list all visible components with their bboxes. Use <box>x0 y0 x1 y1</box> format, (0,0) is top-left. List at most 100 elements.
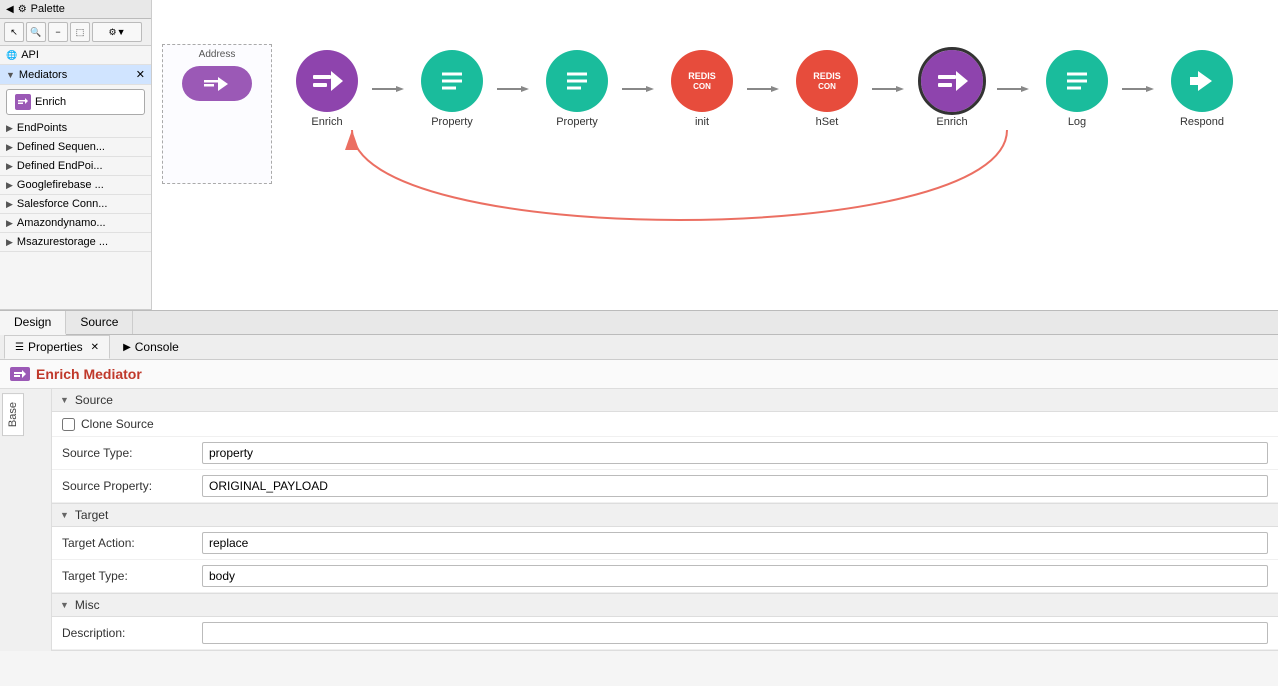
ad-label: Amazondynamo... <box>17 217 106 229</box>
palette-items: 🌐 API ▼ Mediators ✕ Enrich ▶ EndPoints ▶ <box>0 46 151 303</box>
node-label-property1: Property <box>431 116 473 128</box>
palette-category-salesforce[interactable]: ▶ Salesforce Conn... <box>0 195 151 214</box>
target-action-input[interactable] <box>202 532 1268 554</box>
node-label-redis-hset: hSet <box>816 116 839 128</box>
node-circle-property2[interactable] <box>546 50 608 112</box>
target-type-label: Target Type: <box>62 569 202 583</box>
zoom-in-button[interactable]: 🔍 <box>26 22 46 42</box>
enrich-item-icon <box>15 94 31 110</box>
clone-source-checkbox[interactable] <box>62 418 75 431</box>
def-ep-label: Defined EndPoi... <box>17 160 103 172</box>
properties-tab-close[interactable]: ✕ <box>91 342 99 353</box>
misc-section: ▼ Misc Description: <box>52 594 1278 651</box>
canvas-area[interactable]: Address Enrich <box>152 0 1278 310</box>
address-label: Address <box>199 49 236 60</box>
target-type-input[interactable] <box>202 565 1268 587</box>
node-circle-redis-init[interactable]: REDISCON <box>671 50 733 112</box>
base-sidebar-tab[interactable]: Base <box>2 393 24 436</box>
flow-node-property1[interactable]: Property <box>407 50 497 128</box>
flow-node-redis-hset[interactable]: REDISCON hSet <box>782 50 872 128</box>
target-type-row: Target Type: <box>52 560 1278 593</box>
canvas-content: Address Enrich <box>152 0 1278 310</box>
ad-icon: ▶ <box>6 218 13 229</box>
console-tab[interactable]: ▶ Console <box>112 335 190 359</box>
source-property-label: Source Property: <box>62 479 202 493</box>
source-section-header[interactable]: ▼ Source <box>52 389 1278 412</box>
endpoints-icon: ▶ <box>6 123 13 134</box>
target-section-header[interactable]: ▼ Target <box>52 504 1278 527</box>
arrow-2 <box>497 79 532 99</box>
source-property-row: Source Property: <box>52 470 1278 503</box>
enrich-palette-item[interactable]: Enrich <box>6 89 145 115</box>
source-tab[interactable]: Source <box>66 311 133 334</box>
target-action-row: Target Action: <box>52 527 1278 560</box>
palette-category-googlefirebase[interactable]: ▶ Googlefirebase ... <box>0 176 151 195</box>
prop-tabs: ☰ Properties ✕ ▶ Console <box>0 335 1278 360</box>
palette-category-defined-endpoints[interactable]: ▶ Defined EndPoi... <box>0 157 151 176</box>
console-tab-icon: ▶ <box>123 342 131 353</box>
node-label-log: Log <box>1068 116 1086 128</box>
source-property-input[interactable] <box>202 475 1268 497</box>
def-seq-icon: ▶ <box>6 142 13 153</box>
palette-category-endpoints[interactable]: ▶ EndPoints <box>0 119 151 138</box>
node-circle-property1[interactable] <box>421 50 483 112</box>
properties-tab-icon: ☰ <box>15 342 24 353</box>
flow-node-redis-init[interactable]: REDISCON init <box>657 50 747 128</box>
mas-label: Msazurestorage ... <box>17 236 108 248</box>
description-row: Description: <box>52 617 1278 650</box>
description-input[interactable] <box>202 622 1268 644</box>
api-category-label: API <box>21 49 39 61</box>
arrow-7 <box>1122 79 1157 99</box>
node-label-redis-init: init <box>695 116 709 128</box>
mediator-title-text: Enrich Mediator <box>36 366 142 382</box>
flow-node-log[interactable]: Log <box>1032 50 1122 128</box>
palette-toolbar: ↖ 🔍 − ⬚ ⚙▼ <box>0 19 151 46</box>
node-circle-log[interactable] <box>1046 50 1108 112</box>
marquee-button[interactable]: ⬚ <box>70 22 90 42</box>
source-collapse-icon: ▼ <box>60 395 69 405</box>
flow-node-property2[interactable]: Property <box>532 50 622 128</box>
settings-button[interactable]: ⚙▼ <box>92 22 142 42</box>
design-tab[interactable]: Design <box>0 311 66 335</box>
enrich-item-label: Enrich <box>35 96 66 108</box>
properties-area: ☰ Properties ✕ ▶ Console Enrich Mediator <box>0 335 1278 651</box>
misc-section-header[interactable]: ▼ Misc <box>52 594 1278 617</box>
def-ep-icon: ▶ <box>6 161 13 172</box>
palette-category-msazurestorage[interactable]: ▶ Msazurestorage ... <box>0 233 151 252</box>
zoom-out-button[interactable]: − <box>48 22 68 42</box>
misc-section-label: Misc <box>75 598 100 612</box>
flow-node-enrich1[interactable]: Enrich <box>282 50 372 128</box>
source-section: ▼ Source Clone Source Source Type: Sourc… <box>52 389 1278 504</box>
palette-panel: ◀ ⚙ Palette ↖ 🔍 − ⬚ ⚙▼ 🌐 API ▼ Mediators… <box>0 0 152 310</box>
endpoints-label: EndPoints <box>17 122 67 134</box>
node-circle-respond[interactable] <box>1171 50 1233 112</box>
clone-source-row: Clone Source <box>52 412 1278 437</box>
source-type-input[interactable] <box>202 442 1268 464</box>
properties-tab[interactable]: ☰ Properties ✕ <box>4 335 110 359</box>
arrow-4 <box>747 79 782 99</box>
select-tool-button[interactable]: ↖ <box>4 22 24 42</box>
palette-category-amazondynamo[interactable]: ▶ Amazondynamo... <box>0 214 151 233</box>
back-icon[interactable]: ◀ <box>6 4 14 15</box>
target-section: ▼ Target Target Action: Target Type: <box>52 504 1278 594</box>
properties-tab-label: Properties <box>28 340 83 354</box>
flow-node-respond[interactable]: Respond <box>1157 50 1247 128</box>
node-circle-enrich1[interactable] <box>296 50 358 112</box>
palette-category-mediators[interactable]: ▼ Mediators ✕ <box>0 65 151 85</box>
mas-icon: ▶ <box>6 237 13 248</box>
target-collapse-icon: ▼ <box>60 510 69 520</box>
node-label-enrich2: Enrich <box>936 116 967 128</box>
source-type-label: Source Type: <box>62 446 202 460</box>
design-tab-label: Design <box>14 315 51 329</box>
node-circle-redis-hset[interactable]: REDISCON <box>796 50 858 112</box>
palette-category-api[interactable]: 🌐 API <box>0 46 151 65</box>
mediators-collapse-icon: ▼ <box>6 70 15 80</box>
source-section-label: Source <box>75 393 113 407</box>
mediator-title-bar: Enrich Mediator <box>0 360 1278 389</box>
flow-node-enrich2[interactable]: Enrich <box>907 50 997 128</box>
palette-category-defined-sequences[interactable]: ▶ Defined Sequen... <box>0 138 151 157</box>
clone-source-label: Clone Source <box>81 417 154 431</box>
address-mediator-node[interactable] <box>182 66 252 101</box>
node-circle-enrich2[interactable] <box>921 50 983 112</box>
mediators-close-icon[interactable]: ✕ <box>136 68 145 81</box>
